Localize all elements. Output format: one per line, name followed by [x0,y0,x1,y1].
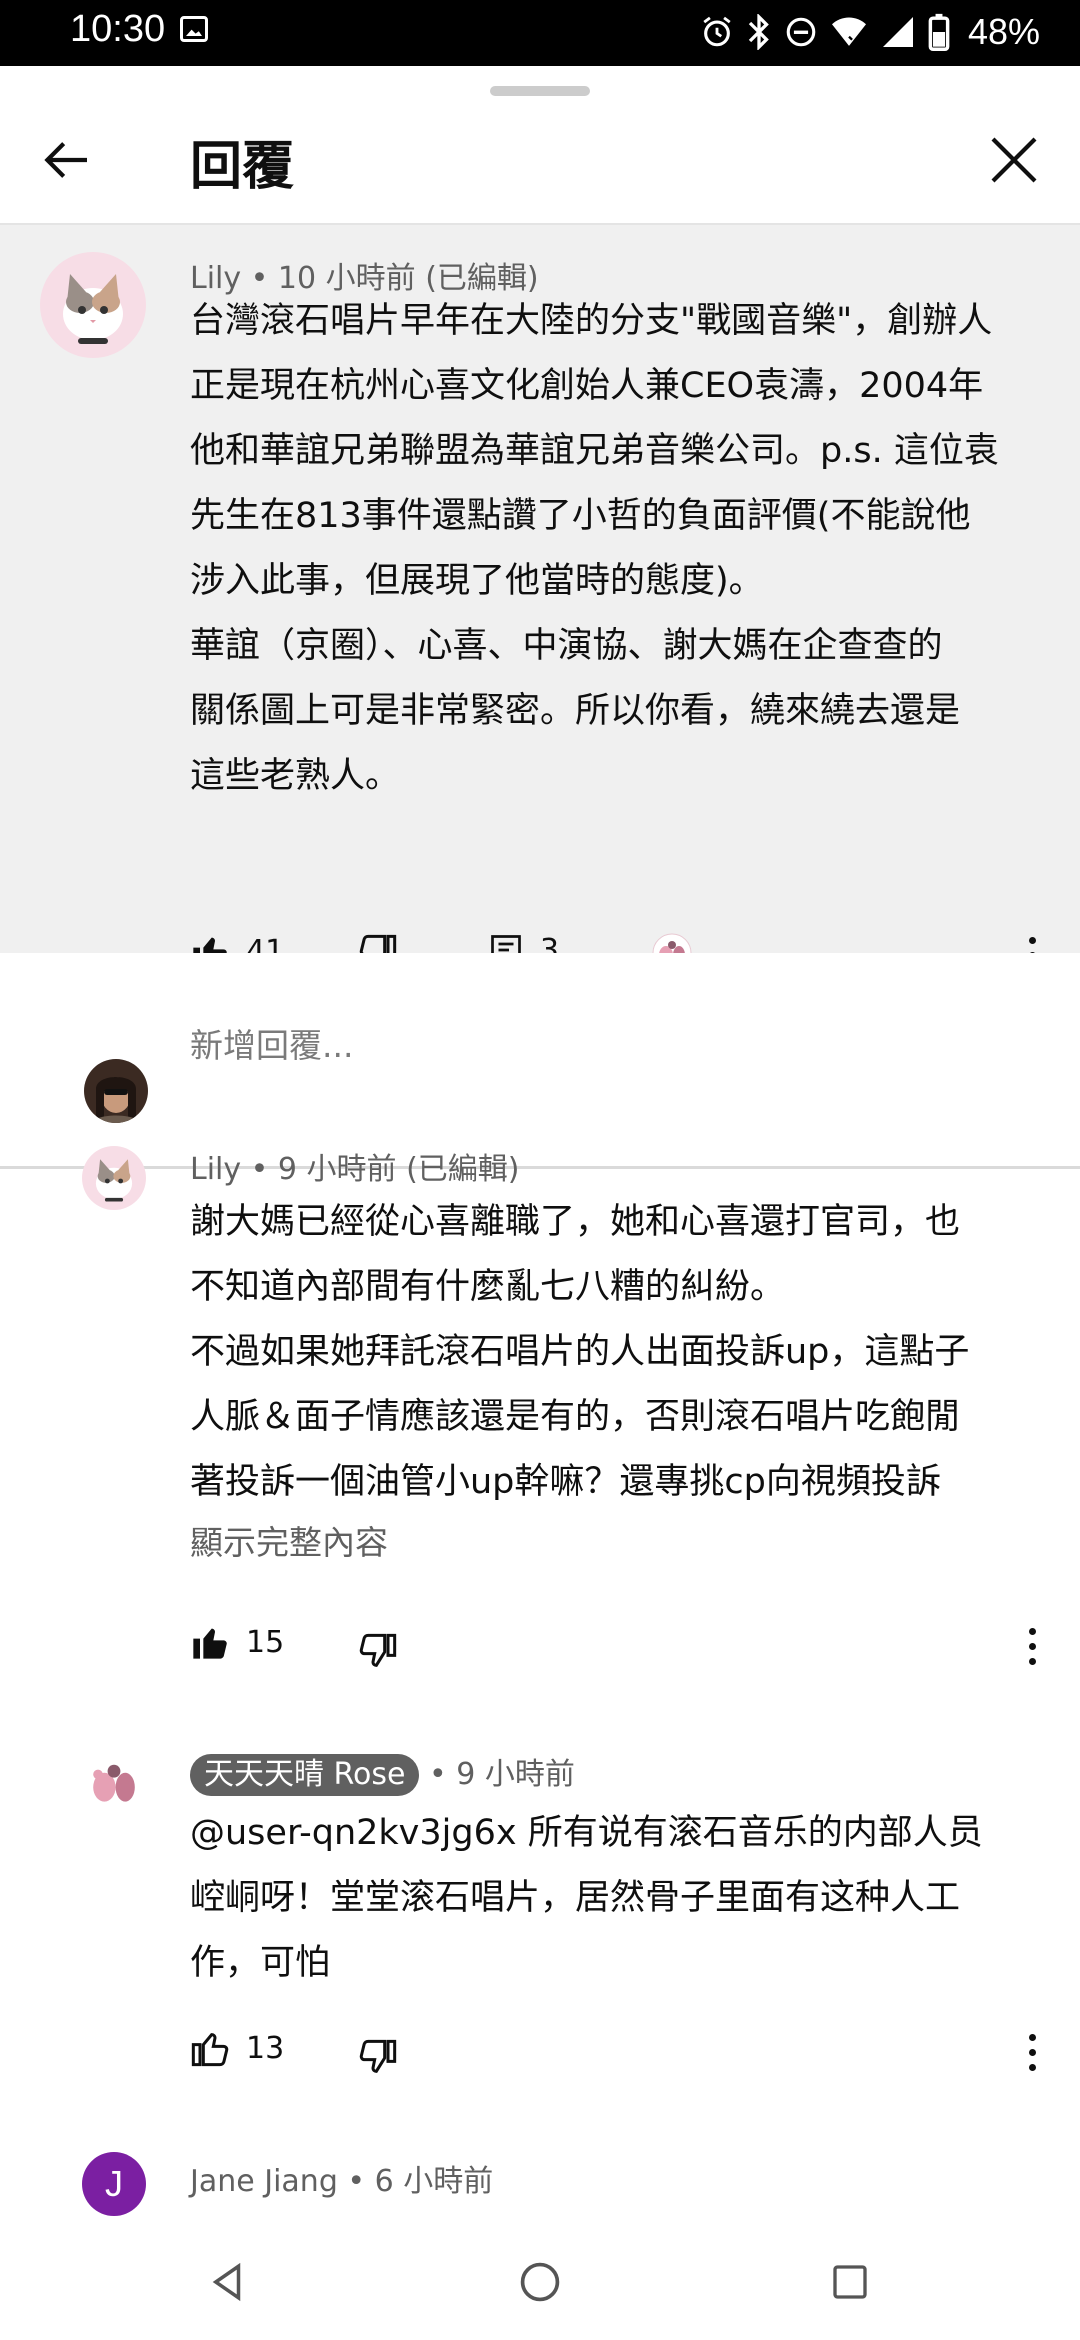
author-name[interactable]: Lily [190,1152,241,1187]
comment-meta: 天天天晴 Rose • 9 小時前 [190,1749,575,1796]
parent-comment: Lily • 10 小時前 (已編輯) 台灣滾石唱片早年在大陸的分支"戰國音樂"… [0,225,1080,980]
more-vert-icon[interactable] [1027,1628,1037,1672]
dislike-icon[interactable] [358,2038,398,2078]
like-icon [193,1628,227,1659]
reply-divider [0,1166,1080,1169]
like-count: 15 [246,1624,285,1660]
alarm-icon [703,16,731,47]
show-more-link[interactable]: 顯示完整內容 [190,1516,388,1564]
do-not-disturb-icon [786,17,816,47]
user-photo [92,1077,140,1123]
add-reply-input[interactable]: 新增回覆... [190,1019,353,1067]
author-name[interactable]: Jane Jiang [190,2164,338,2199]
dislike-icon[interactable] [358,1632,398,1672]
cat-avatar-image [63,274,123,344]
user-avatar [84,1059,148,1123]
back-arrow-icon[interactable] [38,132,94,188]
drag-handle[interactable] [490,86,590,96]
battery-percent: 48% [967,11,1040,52]
replies-sheet: 回覆 Lily • 10 小時前 (已編輯) 台灣滾石唱片早年在大陸的分支"戰國… [0,66,1080,2220]
like-button[interactable]: 15 [190,1622,284,1662]
nav-home-icon[interactable] [518,2260,562,2304]
page-title: 回覆 [190,137,295,197]
image-notification-icon [180,16,208,42]
more-vert-icon[interactable] [1027,2034,1037,2078]
close-icon[interactable] [986,132,1042,188]
wifi-icon [831,17,866,46]
comment-text: 台灣滾石唱片早年在大陸的分支"戰國音樂"，創辦人 正是現在杭州心喜文化創始人兼C… [190,301,999,796]
avatar[interactable]: J [82,2152,146,2216]
like-icon [191,2033,229,2067]
comment-meta: Jane Jiang • 6 小時前 [190,2164,494,2199]
sheet-header: 回覆 [0,96,1080,224]
reply-item: J Jane Jiang • 6 小時前 [0,2146,1080,2220]
avatar[interactable] [82,1752,146,1816]
comment-time: 9 小時前 [277,1152,397,1187]
like-button[interactable]: 13 [190,2028,284,2068]
status-icons: 48% [700,10,1040,54]
avatar[interactable] [82,1146,146,1210]
comment-time: 9 小時前 [456,1757,575,1792]
cell-signal-icon [882,17,913,47]
edited-label: (已編輯) [406,1152,520,1187]
system-nav-bar [0,2220,1080,2340]
status-bar: 10:30 48% [0,0,1080,66]
status-time: 10:30 [70,8,166,50]
comment-meta: Lily • 9 小時前 (已編輯) [190,1152,520,1187]
bluetooth-icon [748,14,769,50]
nav-back-icon[interactable] [207,2260,249,2304]
avatar[interactable] [40,252,146,358]
like-count: 13 [246,2030,285,2066]
add-reply-row[interactable]: 新增回覆... [0,953,1080,1167]
rose-avatar-image [93,1764,135,1802]
cat-avatar-image [95,1159,133,1202]
comment-text: @user-qn2kv3jg6x 所有说有滚石音乐的内部人员 崆峒呀！堂堂滚石唱… [190,1813,983,1983]
avatar-letter: J [105,2163,123,2204]
comment-text: 謝大媽已經從心喜離職了，她和心喜還打官司，也 不知道內部間有什麼亂七八糟的糾紛。… [190,1202,970,1502]
battery-icon [928,13,950,51]
nav-recents-icon[interactable] [830,2262,870,2302]
author-chip[interactable]: 天天天晴 Rose [190,1754,420,1796]
comment-time: 6 小時前 [374,2164,494,2199]
